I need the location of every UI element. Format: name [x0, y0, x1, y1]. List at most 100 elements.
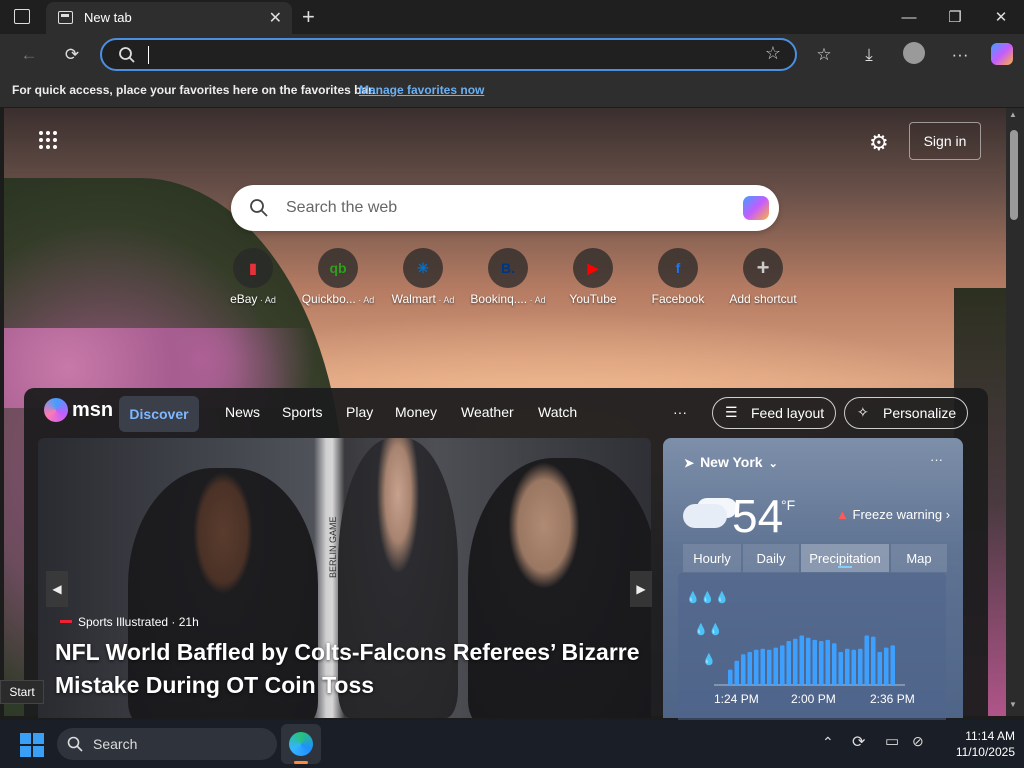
taskbar-clock[interactable]: 11:14 AM 11/10/2025 [935, 728, 1015, 760]
nav-more-icon[interactable]: ··· [673, 404, 687, 420]
msn-logo-text: msn [72, 398, 114, 421]
scrollbar-thumb[interactable] [1010, 130, 1018, 220]
new-tab-button[interactable]: + [302, 4, 315, 30]
settings-gear-icon[interactable]: ⚙ [869, 130, 889, 156]
shortcut-tile[interactable]: f Facebook [633, 248, 723, 306]
sign-in-button[interactable]: Sign in [909, 122, 981, 160]
refresh-icon[interactable]: ⟳ [60, 44, 84, 66]
personalize-button[interactable]: ✧ Personalize [844, 397, 968, 429]
back-icon[interactable]: ← [17, 44, 41, 66]
precip-bar [754, 649, 759, 685]
source-logo-icon [60, 620, 72, 623]
close-tab-icon[interactable]: ✕ [269, 8, 282, 28]
tab-title: New tab [84, 10, 132, 25]
weather-tab-hourly[interactable]: Hourly [683, 544, 741, 572]
facebook-icon: f [658, 248, 698, 288]
downloads-icon[interactable]: ⤓ [857, 44, 881, 66]
tab-new-tab[interactable]: New tab ✕ [46, 2, 292, 34]
active-tab-indicator [838, 566, 852, 568]
shortcut-tile[interactable]: qb Quickbo... · Ad [293, 248, 383, 306]
weather-location[interactable]: ➤ New York ⌄ [684, 454, 778, 470]
clock-date: 11/10/2025 [955, 745, 1015, 759]
tray-overflow-icon[interactable]: ⌃ [822, 734, 834, 751]
shortcut-label: Walmart · Ad [378, 292, 468, 306]
weather-tab-map[interactable]: Map [891, 544, 947, 572]
precip-bar [825, 639, 830, 685]
shortcut-label: eBay · Ad [208, 292, 298, 306]
nav-news[interactable]: News [225, 404, 260, 420]
search-icon [250, 199, 268, 217]
shortcut-name: Walmart [391, 292, 436, 306]
precip-bar [780, 645, 785, 685]
hero-source: Sports Illustrated · 21h [60, 615, 199, 629]
weather-tab-daily[interactable]: Daily [743, 544, 799, 572]
time-tick-3: 2:36 PM [870, 692, 915, 706]
clock-time: 11:14 AM [965, 729, 1015, 743]
nav-sports[interactable]: Sports [282, 404, 322, 420]
taskbar-search-label: Search [93, 736, 138, 752]
favorite-star-icon[interactable]: ☆ [765, 43, 781, 64]
web-search-box[interactable]: Search the web [231, 185, 779, 231]
restore-button[interactable]: ❐ [932, 0, 978, 34]
weather-location-name: New York [700, 454, 763, 470]
youtube-icon: ▶ [573, 248, 613, 288]
ad-label: · Ad [257, 295, 276, 305]
precip-bar [760, 648, 765, 685]
hero-prev-button[interactable]: ◀ [46, 571, 68, 607]
nav-play[interactable]: Play [346, 404, 373, 420]
precip-bar [832, 643, 837, 685]
taskbar-search[interactable]: Search [57, 728, 277, 760]
feed-layout-button[interactable]: ☰ Feed layout [712, 397, 836, 429]
nav-watch[interactable]: Watch [538, 404, 577, 420]
network-icon[interactable]: ⊘ [912, 733, 924, 750]
shortcut-tile[interactable]: ▮ eBay · Ad [208, 248, 298, 306]
more-options-icon[interactable]: ··· [948, 44, 972, 66]
quickbooks-icon: qb [318, 248, 358, 288]
display-icon[interactable]: ▭ [885, 732, 899, 750]
hero-headline[interactable]: NFL World Baffled by Colts-Falcons Refer… [55, 636, 645, 702]
manage-favorites-link[interactable]: Manage favorites now [359, 83, 484, 97]
close-window-button[interactable]: ✕ [978, 0, 1024, 34]
tab-actions-icon[interactable] [14, 9, 30, 24]
shortcut-name: Add shortcut [729, 292, 797, 306]
walmart-icon: ✳ [403, 248, 443, 288]
copilot-icon[interactable] [991, 43, 1013, 65]
warning-icon: ▲ [836, 507, 849, 522]
web-search-input[interactable]: Search the web [286, 199, 397, 217]
favorites-icon[interactable]: ☆ [812, 44, 836, 66]
windows-start-icon[interactable] [20, 733, 44, 757]
hero-next-button[interactable]: ▶ [630, 571, 652, 607]
nav-discover[interactable]: Discover [119, 396, 199, 432]
shortcut-name: YouTube [569, 292, 617, 306]
minimize-button[interactable]: — [886, 0, 932, 34]
precip-bar [890, 645, 895, 685]
app-launcher-icon[interactable] [38, 130, 58, 150]
nav-weather[interactable]: Weather [461, 404, 514, 420]
freeze-warning-link[interactable]: ▲ Freeze warning › [836, 507, 950, 522]
shortcut-tile[interactable]: ✳ Walmart · Ad [378, 248, 468, 306]
precip-bar [819, 641, 824, 685]
shortcut-label: Quickbo... · Ad [293, 292, 383, 306]
copilot-icon[interactable] [743, 196, 769, 220]
msn-logo[interactable]: msn [44, 398, 113, 422]
shortcut-tile[interactable]: + Add shortcut [718, 248, 808, 306]
shortcut-name: Bookinq.... [470, 292, 528, 306]
precip-bar [728, 669, 733, 685]
jersey-text: BERLIN GAME [328, 516, 338, 578]
scroll-up-icon[interactable]: ▲ [1009, 110, 1017, 119]
profile-avatar[interactable] [903, 42, 925, 64]
weather-more-icon[interactable]: ··· [930, 452, 943, 467]
address-input[interactable] [148, 46, 150, 64]
precip-bar [871, 636, 876, 685]
edge-taskbar-icon[interactable] [281, 724, 321, 764]
search-icon [119, 47, 135, 63]
new-tab-page-icon [58, 11, 73, 24]
address-bar[interactable]: ☆ [100, 38, 797, 71]
weather-unit: °F [781, 497, 796, 513]
scroll-down-icon[interactable]: ▼ [1009, 700, 1017, 709]
nav-money[interactable]: Money [395, 404, 437, 420]
sync-icon[interactable]: ⟳ [852, 732, 865, 752]
shortcut-tile[interactable]: B. Bookinq.... · Ad [463, 248, 553, 306]
shortcut-tile[interactable]: ▶ YouTube [548, 248, 638, 306]
personalize-label: Personalize [883, 405, 957, 421]
